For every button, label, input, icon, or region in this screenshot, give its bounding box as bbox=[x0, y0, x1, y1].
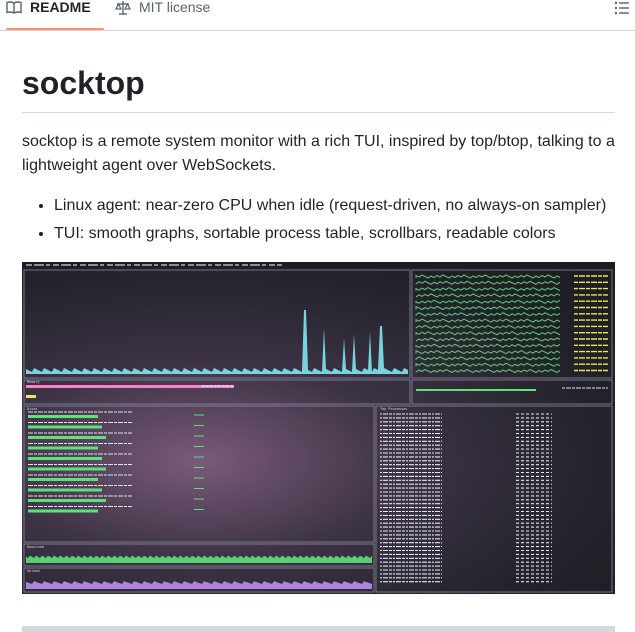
upload-graph bbox=[26, 581, 372, 589]
core-sparkline bbox=[415, 337, 561, 342]
cpu-graph-panel bbox=[23, 269, 411, 379]
scale-icon bbox=[115, 1, 131, 15]
swap-usage-bar bbox=[26, 395, 36, 398]
gpu-usage-bar bbox=[416, 389, 536, 391]
disk-usage-bar bbox=[28, 446, 98, 450]
core-sparkline bbox=[415, 349, 561, 355]
gpu-panel bbox=[411, 379, 613, 405]
core-sparkline bbox=[415, 312, 561, 317]
table-of-contents-icon[interactable] bbox=[614, 0, 630, 16]
panel-label: Top Processes bbox=[380, 407, 407, 411]
section-divider bbox=[22, 626, 615, 632]
disk-usage-bar bbox=[28, 415, 98, 418]
core-sparkline bbox=[415, 280, 561, 285]
feature-item: Linux agent: near-zero CPU when idle (re… bbox=[54, 194, 635, 218]
core-sparkline bbox=[415, 318, 561, 323]
core-sparkline bbox=[415, 324, 561, 330]
panel-label: Upload bbox=[27, 569, 40, 573]
core-sparkline bbox=[415, 286, 561, 292]
panel-label: Download bbox=[27, 545, 44, 549]
core-sparkline bbox=[415, 368, 561, 374]
heading-divider bbox=[22, 112, 615, 113]
disk-usage-bar bbox=[28, 436, 106, 439]
disk-usage-bar bbox=[28, 509, 98, 513]
core-sparkline bbox=[415, 299, 561, 304]
socktop-screenshot: Memory Disks Top Processes Download Upload bbox=[22, 262, 615, 594]
cpu-usage-graph bbox=[26, 310, 408, 374]
disk-usage-bar bbox=[28, 478, 98, 481]
feature-list: Linux agent: near-zero CPU when idle (re… bbox=[22, 194, 635, 250]
memory-panel bbox=[23, 379, 411, 405]
active-tab-indicator bbox=[6, 28, 104, 30]
disk-usage-bar bbox=[28, 488, 102, 492]
tui-screenshot-drawing: Memory Disks Top Processes Download Upload bbox=[22, 262, 615, 593]
core-sparkline bbox=[415, 293, 561, 298]
core-sparkline bbox=[415, 331, 561, 336]
core-sparkline bbox=[415, 274, 561, 279]
tab-license[interactable]: MIT license bbox=[115, 0, 210, 30]
core-sparkline bbox=[415, 343, 561, 348]
disk-usage-bar bbox=[28, 425, 102, 429]
intro-paragraph: socktop is a remote system monitor with … bbox=[22, 133, 615, 174]
panel-label: Disks bbox=[27, 407, 38, 411]
feature-item: TUI: smooth graphs, sortable process tab… bbox=[54, 222, 635, 246]
panel-label: Memory bbox=[27, 380, 40, 384]
download-graph bbox=[26, 555, 372, 563]
per-core-panel bbox=[411, 269, 613, 379]
core-sparkline bbox=[415, 305, 561, 311]
tab-readme[interactable]: README bbox=[6, 0, 104, 30]
readme-tab-bar: README MIT license bbox=[0, 0, 635, 31]
tab-readme-label: README bbox=[30, 0, 91, 15]
core-sparkline bbox=[415, 362, 561, 367]
core-sparkline bbox=[415, 356, 561, 361]
disk-usage-bar bbox=[28, 499, 106, 502]
book-icon bbox=[6, 1, 22, 14]
disk-usage-bar bbox=[28, 467, 106, 471]
tab-license-label: MIT license bbox=[139, 0, 211, 15]
disk-usage-bar bbox=[28, 457, 102, 460]
readme-title: socktop bbox=[22, 65, 145, 101]
